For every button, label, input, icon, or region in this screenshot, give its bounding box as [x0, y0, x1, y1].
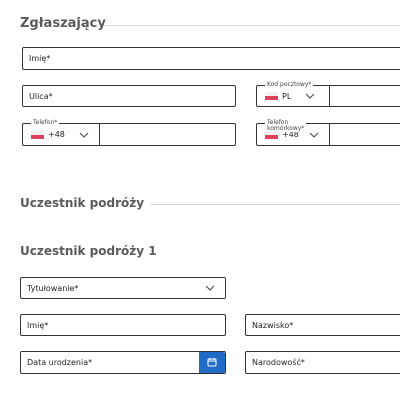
phone-prefix-select[interactable]: +48 [23, 124, 99, 145]
calendar-icon [207, 357, 217, 369]
uczestnik-imie-field[interactable]: Imię* [20, 314, 226, 336]
telefon-legend: Telefon* [31, 119, 60, 127]
zglaszajacy-imie-field[interactable]: Imię* [22, 47, 400, 70]
telefon-komorkowy-legend: Telefon komórkowy* [265, 119, 307, 132]
ulica-placeholder: Ulica* [29, 91, 53, 101]
data-urodzenia-placeholder: Data urodzenia* [27, 358, 93, 367]
tytulowanie-select[interactable]: Tytułowanie* [20, 277, 226, 299]
telefon-input[interactable] [100, 124, 235, 145]
poland-flag-icon [265, 92, 278, 100]
nazwisko-field[interactable]: Nazwisko* [245, 314, 400, 336]
country-select[interactable]: PL [257, 86, 329, 106]
section-divider [150, 204, 400, 205]
participant-subtitle: Uczestnik podróży 1 [20, 244, 157, 258]
narodowosc-field[interactable]: Narodowość* [245, 351, 400, 374]
kod-pocztowy-field[interactable]: Kod pocztowy* PL [256, 81, 400, 107]
kod-pocztowy-legend: Kod pocztowy* [265, 81, 314, 89]
field-divider [329, 124, 330, 145]
section-divider [104, 25, 400, 26]
chevron-down-icon [305, 93, 315, 99]
chevron-down-icon [309, 132, 319, 138]
imie-placeholder: Imię* [29, 54, 51, 63]
tytulowanie-placeholder: Tytułowanie* [27, 283, 79, 293]
telefon-field[interactable]: Telefon* +48 [22, 119, 236, 146]
country-code: PL [282, 91, 292, 101]
chevron-down-icon [205, 285, 215, 291]
chevron-down-icon [79, 132, 89, 138]
field-divider [329, 86, 330, 106]
nazwisko-placeholder: Nazwisko* [252, 320, 294, 330]
phone-prefix: +48 [48, 130, 65, 139]
section-title-zglaszajacy: Zgłaszający [20, 16, 106, 31]
narodowosc-placeholder: Narodowość* [252, 358, 305, 367]
data-urodzenia-field[interactable]: Data urodzenia* [20, 351, 226, 374]
poland-flag-icon [31, 130, 44, 139]
section-title-uczestnik: Uczestnik podróży [20, 196, 145, 210]
ulica-field[interactable]: Ulica* [22, 85, 236, 107]
imie-placeholder: Imię* [27, 320, 49, 330]
calendar-button[interactable] [199, 352, 225, 373]
telefon-komorkowy-field[interactable]: Telefon komórkowy* +48 [256, 119, 400, 146]
